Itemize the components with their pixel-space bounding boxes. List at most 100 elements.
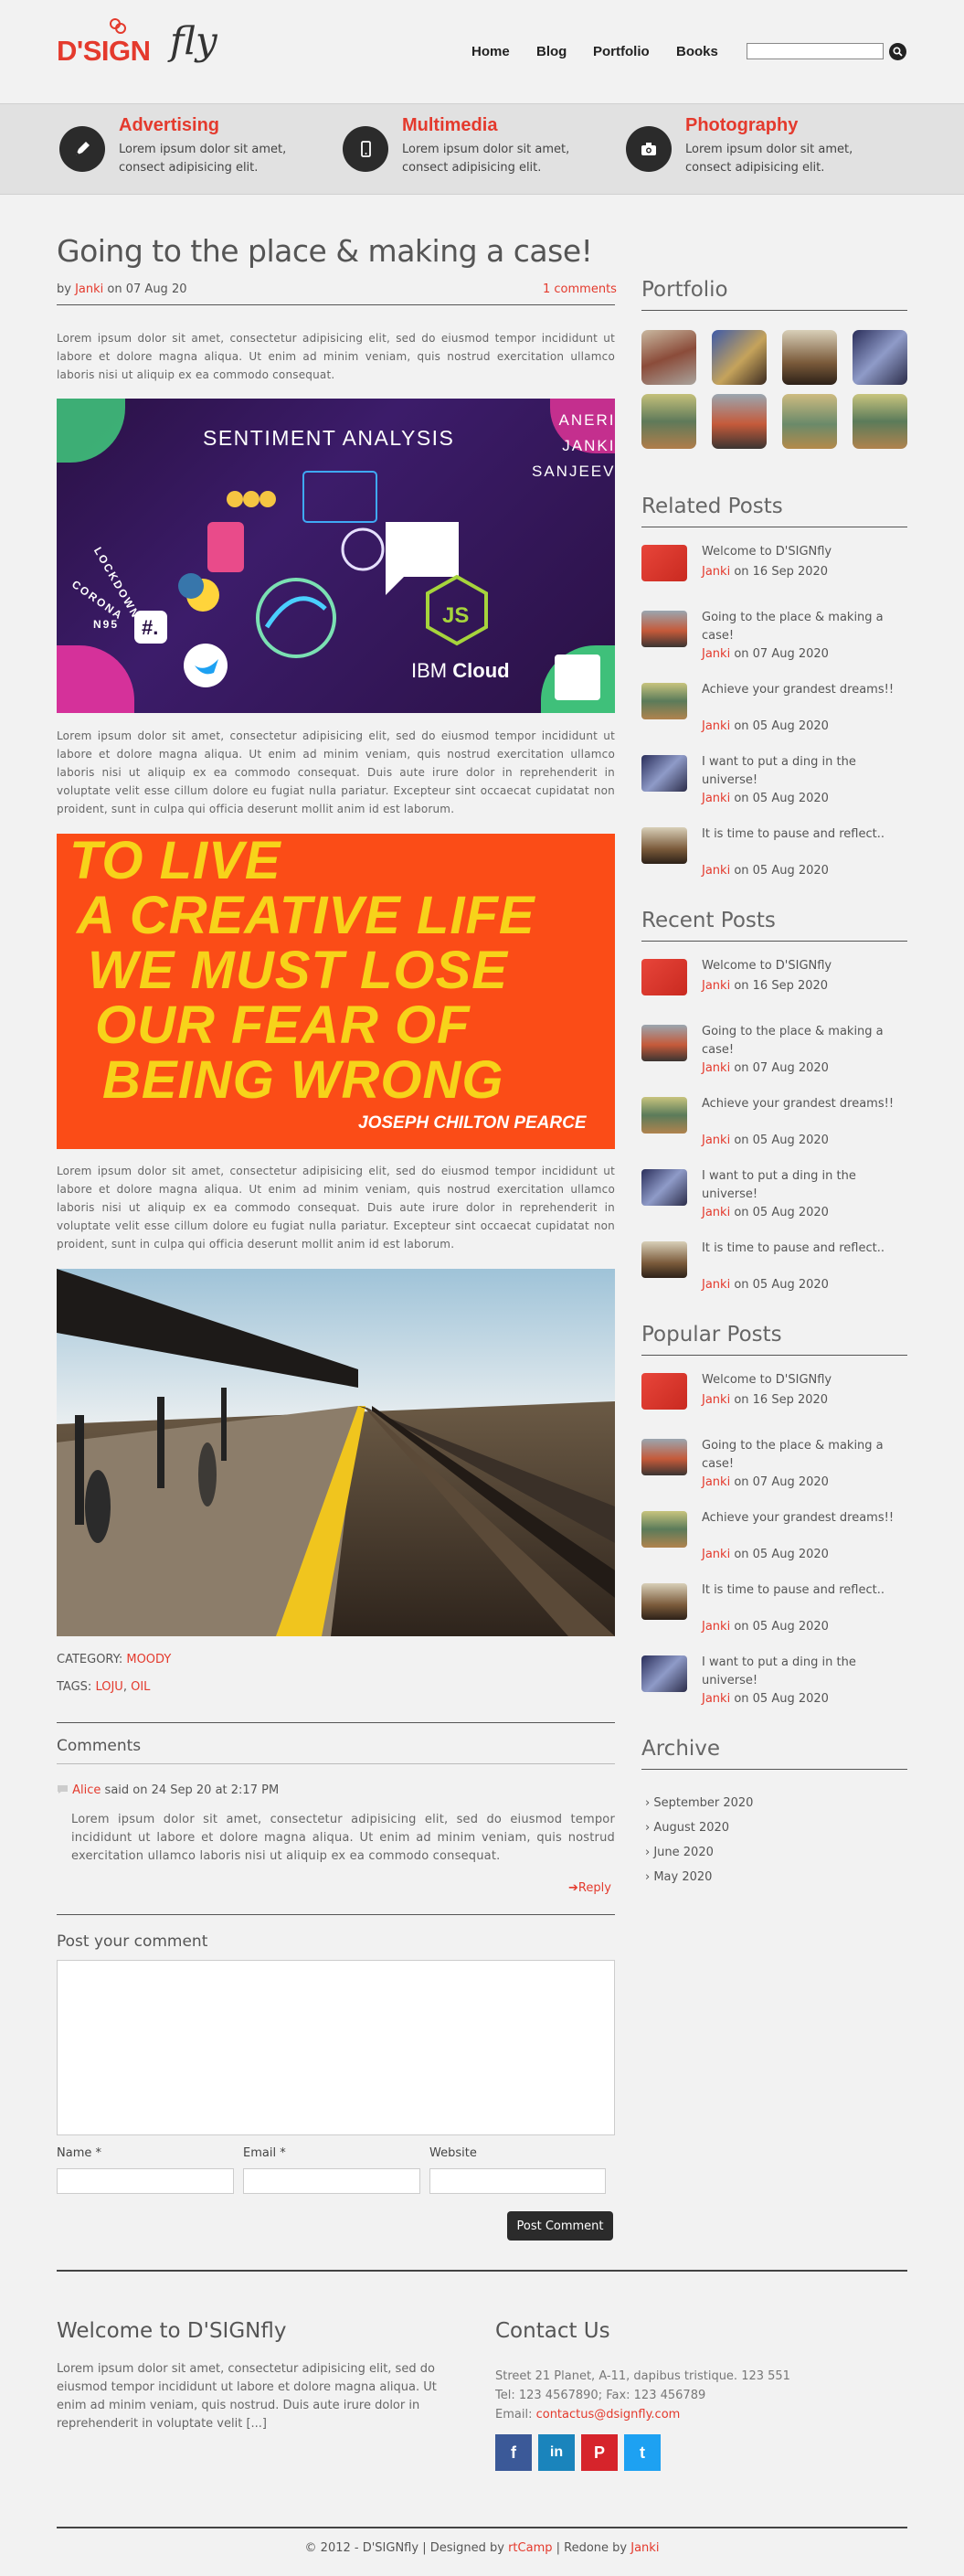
post-thumbnail[interactable] [641, 1373, 687, 1410]
sidebar-post-author[interactable]: Janki [702, 1061, 730, 1075]
quote-line: A CREATIVE LIFE [77, 886, 535, 945]
post-author-link[interactable]: Janki [75, 282, 103, 296]
portfolio-thumb[interactable] [641, 394, 696, 449]
linkedin-icon[interactable]: in [538, 2434, 575, 2471]
comment-textarea[interactable] [57, 1960, 615, 2135]
comment-author-link[interactable]: Alice [72, 1783, 101, 1797]
portfolio-thumb[interactable] [712, 330, 767, 385]
sidebar-post-title[interactable]: I want to put a ding in the universe! [702, 1167, 903, 1204]
facebook-icon[interactable]: f [495, 2434, 532, 2471]
sidebar-post-title[interactable]: I want to put a ding in the universe! [702, 753, 903, 790]
post-thumbnail[interactable] [641, 1439, 687, 1475]
post-thumbnail[interactable] [641, 1097, 687, 1134]
feature-text: Lorem ipsum dolor sit amet, consect adip… [685, 143, 853, 175]
redone-author-link[interactable]: Janki [630, 2541, 659, 2555]
sidebar-post-title[interactable]: Going to the place & making a case! [702, 1023, 903, 1059]
sidebar-post-meta: Janki on 05 Aug 2020 [702, 1132, 829, 1150]
tag-link[interactable]: LOJU [95, 1680, 122, 1694]
post-comment-button[interactable]: Post Comment [507, 2211, 613, 2241]
archive-item[interactable]: › September 2020 [645, 1791, 753, 1815]
sidebar-post-title[interactable]: Going to the place & making a case! [702, 609, 903, 645]
name-field[interactable] [57, 2168, 234, 2194]
sidebar-post-title[interactable]: Welcome to D'SIGNfly [702, 543, 903, 561]
website-field[interactable] [429, 2168, 606, 2194]
post-thumbnail[interactable] [641, 1025, 687, 1061]
feature-title: Photography [685, 115, 799, 135]
sidebar-post-author[interactable]: Janki [702, 1393, 730, 1407]
sidebar-post-author[interactable]: Janki [702, 1620, 730, 1634]
email-field[interactable] [243, 2168, 420, 2194]
sidebar-post-meta: Janki on 07 Aug 2020 [702, 1059, 829, 1078]
post-thumbnail[interactable] [641, 545, 687, 581]
rtcamp-link[interactable]: rtCamp [508, 2541, 552, 2555]
tag-link[interactable]: OIL [131, 1680, 150, 1694]
portfolio-thumb[interactable] [853, 394, 907, 449]
nav-books[interactable]: Books [676, 44, 718, 59]
post-thumbnail[interactable] [641, 1241, 687, 1278]
comments-count-link[interactable]: 1 comments [543, 282, 617, 296]
sidebar-post-title[interactable]: Achieve your grandest dreams!! [702, 1095, 903, 1113]
pinterest-icon[interactable]: P [581, 2434, 618, 2471]
sidebar-post-title[interactable]: It is time to pause and reflect.. [702, 825, 903, 844]
logo-main: D'SIGN [57, 35, 151, 67]
sidebar-post-author[interactable]: Janki [702, 864, 730, 878]
sidebar-post-author[interactable]: Janki [702, 1548, 730, 1561]
portfolio-thumb[interactable] [641, 330, 696, 385]
post-thumbnail[interactable] [641, 1583, 687, 1620]
reply-link[interactable]: ➔Reply [568, 1881, 611, 1895]
nav-home[interactable]: Home [471, 44, 510, 59]
sidebar-post-title[interactable]: Welcome to D'SIGNfly [702, 957, 903, 975]
archive-item-label: September 2020 [653, 1796, 754, 1810]
divider [57, 304, 615, 305]
search-input[interactable] [747, 43, 884, 59]
portfolio-thumb[interactable] [782, 394, 837, 449]
sidebar-post-author[interactable]: Janki [702, 719, 730, 733]
sidebar-post-title[interactable]: It is time to pause and reflect.. [702, 1581, 903, 1600]
pen-icon [76, 142, 90, 155]
sidebar-post-title[interactable]: It is time to pause and reflect.. [702, 1240, 903, 1258]
post-thumbnail[interactable] [641, 1511, 687, 1548]
search-button[interactable] [889, 43, 906, 60]
post-thumbnail[interactable] [641, 827, 687, 864]
site-logo[interactable]: D'SIGN fly [57, 16, 221, 90]
archive-item-label: August 2020 [653, 1821, 730, 1835]
contact-email-link[interactable]: contactus@dsignfly.com [536, 2408, 681, 2422]
sidebar-post-title[interactable]: Welcome to D'SIGNfly [702, 1371, 903, 1389]
archive-item[interactable]: › June 2020 [645, 1840, 753, 1865]
sidebar-post-author[interactable]: Janki [702, 1692, 730, 1706]
sidebar-post-author[interactable]: Janki [702, 1475, 730, 1489]
category-link[interactable]: MOODY [126, 1653, 171, 1666]
sidebar-post-title[interactable]: I want to put a ding in the universe! [702, 1654, 903, 1690]
post-thumbnail[interactable] [641, 1169, 687, 1206]
post-thumbnail[interactable] [641, 1655, 687, 1692]
email-label: Email * [243, 2146, 286, 2160]
archive-item[interactable]: › August 2020 [645, 1815, 753, 1840]
sidebar-post-author[interactable]: Janki [702, 1206, 730, 1219]
sidebar-post-title[interactable]: Going to the place & making a case! [702, 1437, 903, 1474]
sidebar-post-author[interactable]: Janki [702, 1278, 730, 1292]
sidebar-post-date: on 07 Aug 2020 [734, 1475, 829, 1489]
portfolio-thumb[interactable] [712, 394, 767, 449]
post-thumbnail[interactable] [641, 683, 687, 719]
sidebar-post-author[interactable]: Janki [702, 565, 730, 579]
footer-contact-heading: Contact Us [495, 2319, 610, 2343]
related-heading: Related Posts [641, 495, 783, 518]
nav-portfolio[interactable]: Portfolio [593, 44, 650, 59]
post-thumbnail[interactable] [641, 959, 687, 995]
sidebar-post-author[interactable]: Janki [702, 979, 730, 993]
archive-item[interactable]: › May 2020 [645, 1865, 753, 1889]
sidebar-post-author[interactable]: Janki [702, 792, 730, 805]
post-thumbnail[interactable] [641, 755, 687, 792]
sidebar-post-title[interactable]: Achieve your grandest dreams!! [702, 681, 903, 699]
nav-blog[interactable]: Blog [536, 44, 567, 59]
contact-details: Street 21 Planet, A-11, dapibus tristiqu… [495, 2367, 790, 2424]
twitter-icon[interactable]: t [624, 2434, 661, 2471]
sidebar-post-author[interactable]: Janki [702, 1134, 730, 1147]
post-thumbnail[interactable] [641, 611, 687, 647]
post-comment-heading: Post your comment [57, 1932, 208, 1951]
portfolio-thumb[interactable] [782, 330, 837, 385]
portfolio-thumb[interactable] [853, 330, 907, 385]
sidebar-post-author[interactable]: Janki [702, 647, 730, 661]
sidebar-post-title[interactable]: Achieve your grandest dreams!! [702, 1509, 903, 1528]
post-paragraph-1: Lorem ipsum dolor sit amet, consectetur … [57, 332, 615, 381]
